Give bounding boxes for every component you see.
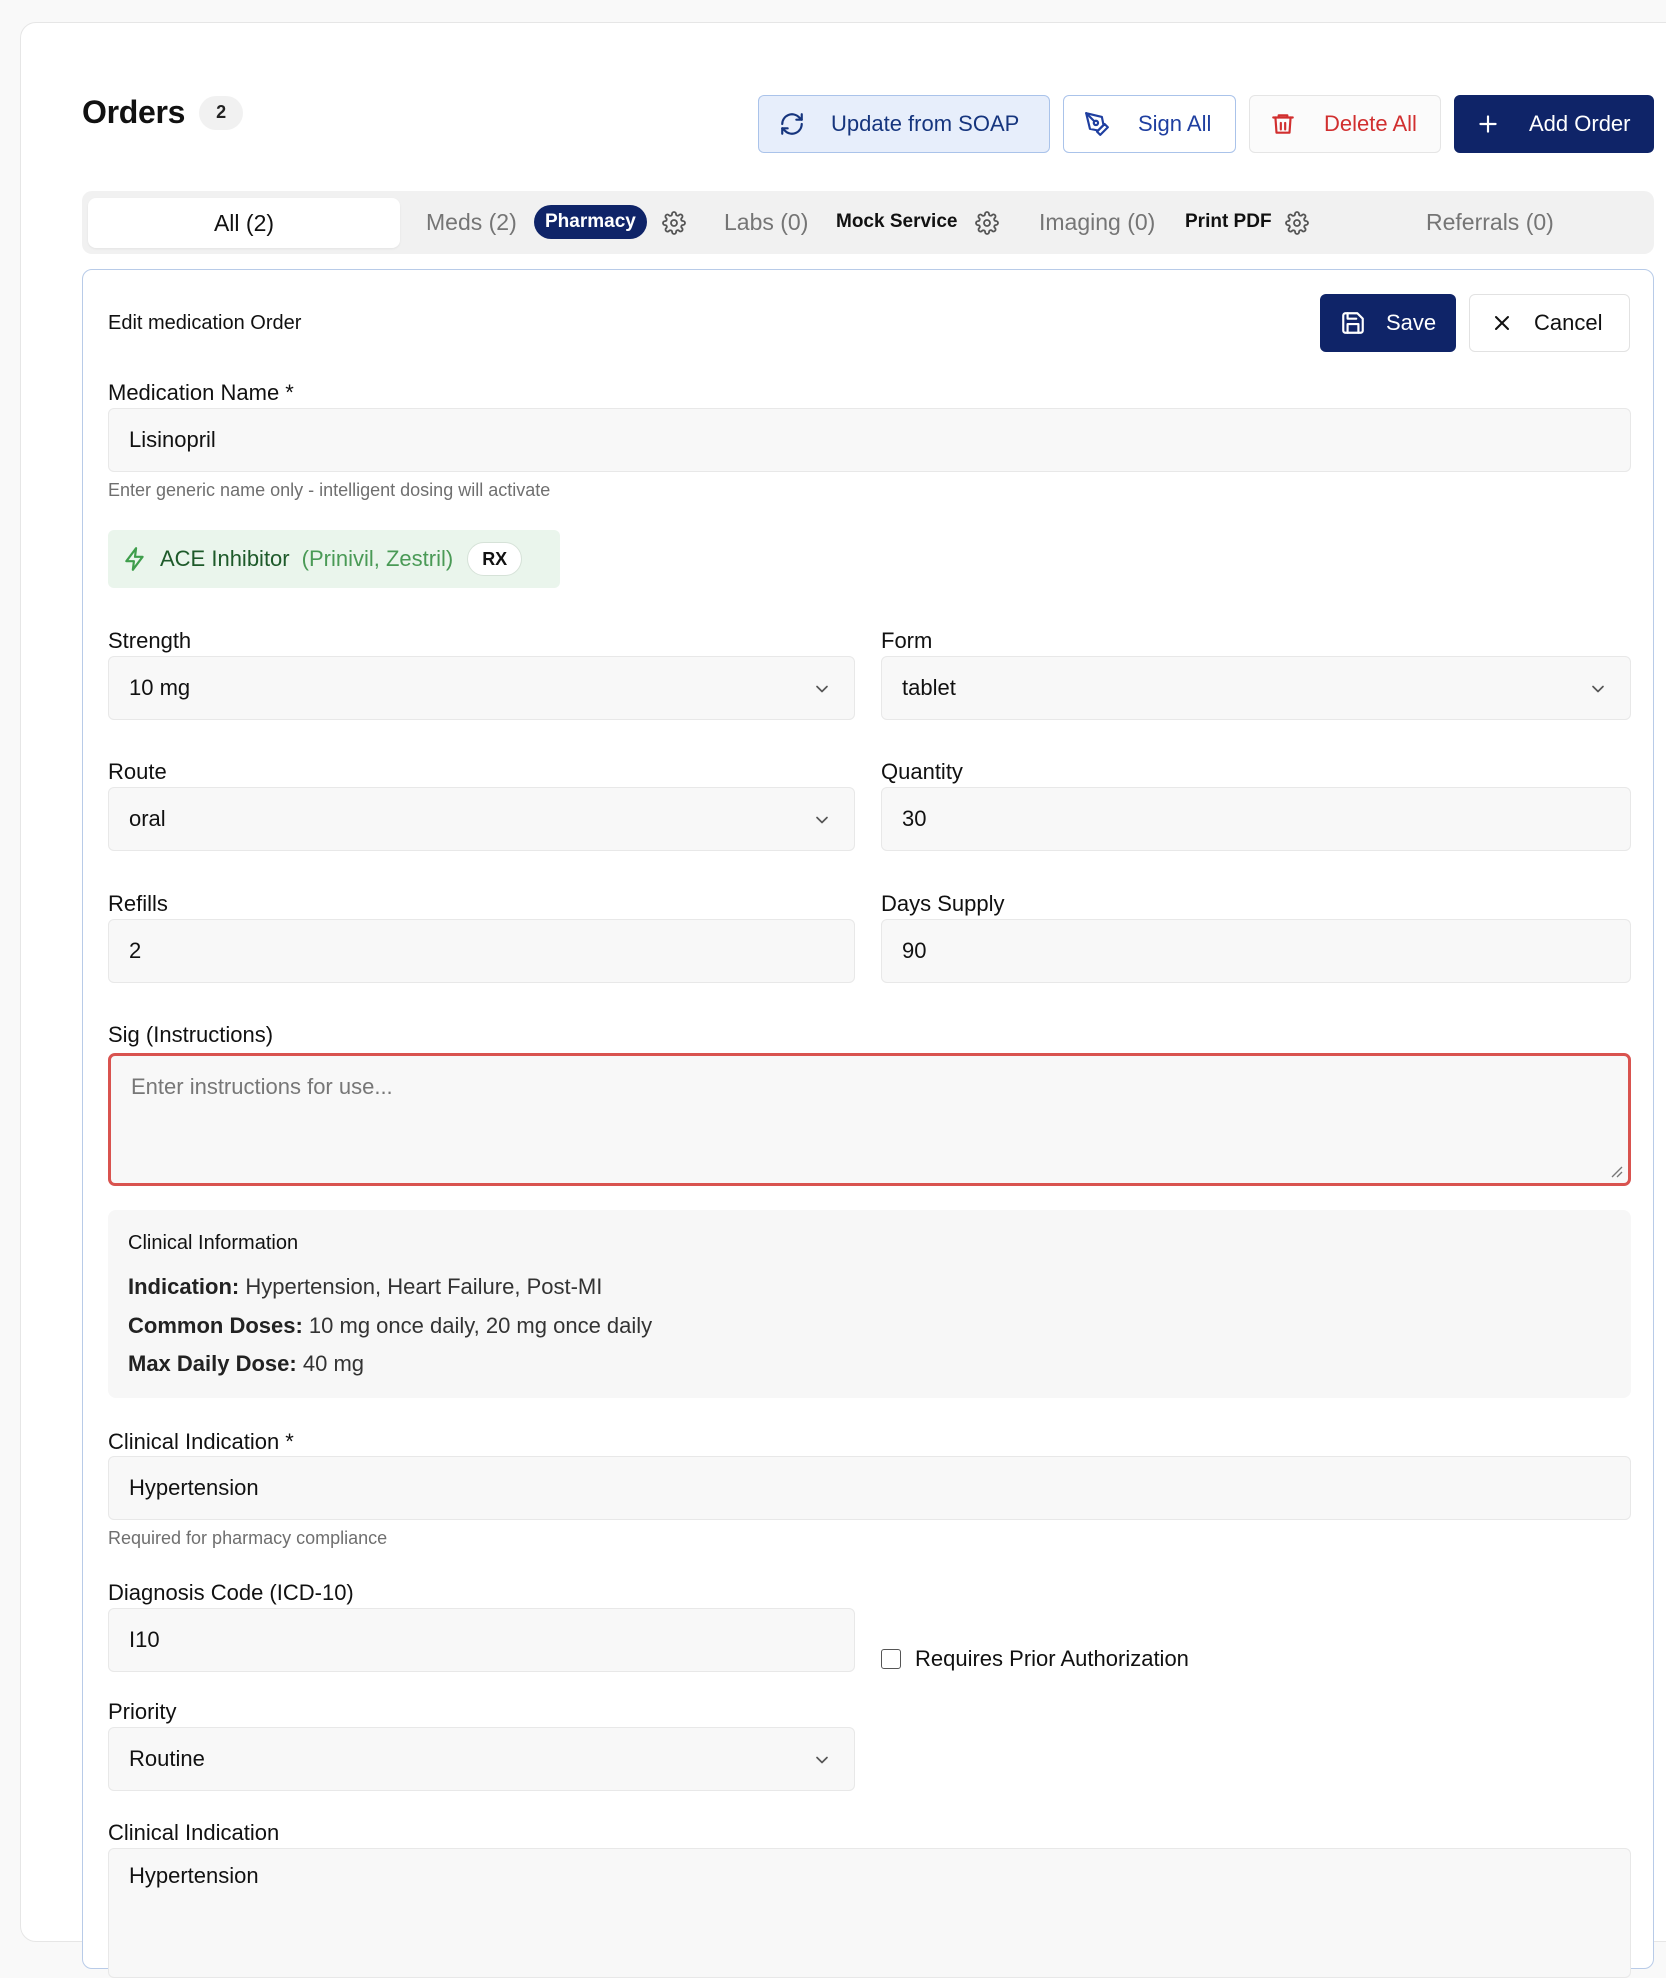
mock-service-label[interactable]: Mock Service [836,211,957,233]
max-dose-value: 40 mg [302,1351,365,1376]
refresh-icon [781,113,803,135]
diagnosis-code-label: Diagnosis Code (ICD-10) [108,1580,354,1605]
tab-labs[interactable]: Labs (0) [724,209,808,236]
form-label: Form [881,628,933,653]
cancel-label: Cancel [1534,310,1603,335]
form-value: tablet [902,675,956,700]
strength-select[interactable]: 10 mg [108,656,855,720]
drug-class-chip: ACE Inhibitor (Prinivil, Zestril) RX [108,530,560,588]
delete-all-label: Delete All [1324,111,1417,136]
refills-input[interactable]: 2 [108,919,855,983]
prior-authorization-label[interactable]: Requires Prior Authorization [915,1646,1189,1672]
close-icon [1495,316,1509,330]
clinical-indication-label: Clinical Indication * [108,1429,294,1454]
order-tabs: All (2) Meds (2) Pharmacy Labs (0) Mock … [82,191,1654,254]
common-doses-value: 10 mg once daily, 20 mg once daily [308,1313,653,1338]
page-title: Orders [82,94,186,130]
trash-icon [1272,114,1294,134]
prior-authorization-row: Requires Prior Authorization [881,1646,1189,1672]
form-title: Edit medication Order [108,312,302,334]
chevron-down-icon [816,1756,828,1764]
chevron-down-icon [816,685,828,693]
days-supply-input[interactable]: 90 [881,919,1631,983]
update-from-soap-label: Update from SOAP [831,111,1020,136]
max-dose-key: Max Daily Dose: [128,1351,297,1376]
refills-label: Refills [108,891,168,916]
sig-textarea[interactable]: Enter instructions for use... [108,1053,1631,1186]
drug-brand-names: (Prinivil, Zestril) [301,546,454,571]
save-icon [1342,312,1364,334]
clinical-indication-2-textarea[interactable]: Hypertension [108,1848,1631,1978]
tab-all[interactable]: All (2) [88,198,400,248]
common-doses-key: Common Doses: [128,1313,303,1338]
clinical-information-title: Clinical Information [128,1232,299,1254]
indication-value: Hypertension, Heart Failure, Post-MI [245,1274,603,1299]
priority-select[interactable]: Routine [108,1727,855,1791]
medication-name-input[interactable]: Lisinopril [108,408,1631,472]
lightning-icon [125,547,144,571]
tab-meds[interactable]: Meds (2) [426,209,517,236]
resize-handle-icon[interactable] [1609,1164,1623,1178]
indication-key: Indication: [128,1274,240,1299]
form-select[interactable]: tablet [881,656,1631,720]
meds-settings-gear-icon[interactable] [662,211,686,235]
route-select[interactable]: oral [108,787,855,851]
sign-all-label: Sign All [1138,111,1212,136]
cancel-button[interactable]: Cancel [1469,294,1630,352]
pharmacy-badge[interactable]: Pharmacy [534,205,647,239]
chevron-down-icon [816,816,828,824]
sign-all-button[interactable]: Sign All [1063,95,1236,153]
route-label: Route [108,759,167,784]
rx-badge: RX [467,542,523,576]
save-button[interactable]: Save [1320,294,1456,352]
imaging-settings-gear-icon[interactable] [1285,211,1309,235]
orders-card: Orders 2 Update from SOAP Sign All Delet… [20,22,1666,1978]
priority-value: Routine [129,1746,205,1771]
delete-all-button[interactable]: Delete All [1249,95,1441,153]
tab-imaging[interactable]: Imaging (0) [1039,209,1155,236]
clinical-information-panel: Clinical Information Indication: Hyperte… [108,1210,1631,1398]
max-dose-line: Max Daily Dose: 40 mg [128,1351,364,1377]
priority-label: Priority [108,1699,177,1724]
quantity-input[interactable]: 30 [881,787,1631,851]
orders-header: Orders 2 [82,94,244,131]
strength-label: Strength [108,628,192,653]
edit-medication-form: Edit medication Order Save Cancel Medica… [82,269,1654,1978]
clinical-indication-hint: Required for pharmacy compliance [108,1528,388,1548]
update-from-soap-button[interactable]: Update from SOAP [758,95,1050,153]
sig-label: Sig (Instructions) [108,1022,274,1047]
days-supply-label: Days Supply [881,891,1005,916]
quantity-label: Quantity [881,759,963,784]
chevron-down-icon [1592,685,1604,693]
prior-authorization-checkbox[interactable] [881,1649,901,1669]
clinical-indication-2-label: Clinical Indication [108,1820,280,1845]
strength-value: 10 mg [129,675,191,700]
tab-referrals[interactable]: Referrals (0) [1426,209,1554,236]
indication-line: Indication: Hypertension, Heart Failure,… [128,1274,602,1300]
common-doses-line: Common Doses: 10 mg once daily, 20 mg on… [128,1313,652,1339]
pen-tool-icon [1085,112,1109,136]
diagnosis-code-input[interactable]: I10 [108,1608,855,1672]
route-value: oral [129,806,166,831]
clinical-indication-input[interactable]: Hypertension [108,1456,1631,1520]
medication-name-label: Medication Name * [108,380,294,405]
orders-count-badge: 2 [199,95,244,130]
print-pdf-label[interactable]: Print PDF [1185,211,1272,233]
add-order-button[interactable]: Add Order [1454,95,1654,153]
sig-placeholder: Enter instructions for use... [131,1074,393,1099]
drug-class-name: ACE Inhibitor [160,546,290,571]
add-order-label: Add Order [1529,111,1631,136]
labs-settings-gear-icon[interactable] [975,211,999,235]
plus-icon [1479,115,1497,133]
medication-name-hint: Enter generic name only - intelligent do… [108,480,551,500]
save-label: Save [1386,310,1437,335]
